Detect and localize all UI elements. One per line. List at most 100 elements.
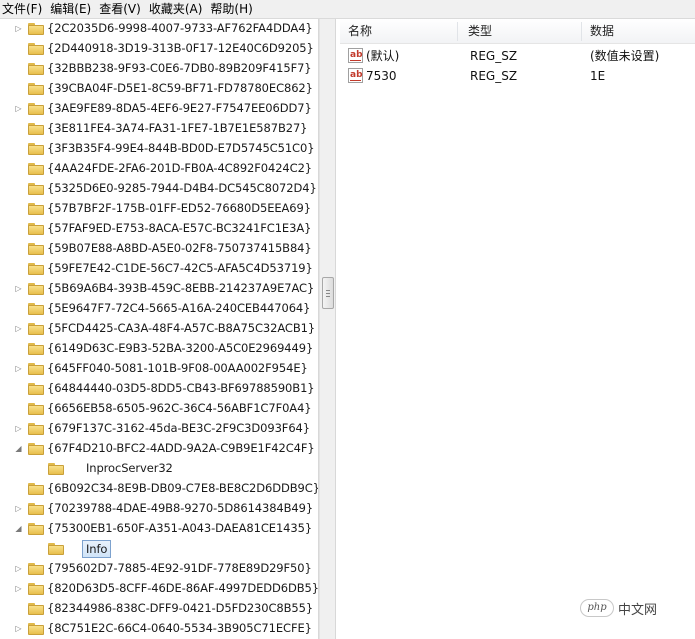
- tree-node[interactable]: {39CBA04F-D5E1-8C59-BF71-FD78780EC862}: [0, 79, 318, 99]
- column-header-type[interactable]: 类型: [460, 19, 492, 44]
- tree-node[interactable]: {6149D63C-E9B3-52BA-3200-A5C0E2969449}: [0, 339, 318, 359]
- value-data: (数值未设置): [590, 49, 660, 63]
- folder-icon: [28, 442, 44, 455]
- value-data: 1E: [590, 69, 606, 83]
- tree-node-label: {59FE7E42-C1DE-56C7-42C5-AFA5C4D53719}: [47, 261, 313, 275]
- tree-node-label: {4AA24FDE-2FA6-201D-FB0A-4C892F0424C2}: [47, 161, 312, 175]
- folder-icon: [28, 562, 44, 575]
- tree-scrollbar[interactable]: [319, 19, 336, 639]
- tree-node[interactable]: ▷ {645FF040-5081-101B-9F08-00AA002F954E}: [0, 359, 318, 379]
- tree-node[interactable]: ▷ {795602D7-7885-4E92-91DF-778E89D29F50}: [0, 559, 318, 579]
- tree-node[interactable]: {3E811FE4-3A74-FA31-1FE7-1B7E1E587B27}: [0, 119, 318, 139]
- tree-node[interactable]: {57FAF9ED-E753-8ACA-E57C-BC3241FC1E3A}: [0, 219, 318, 239]
- collapsed-arrow-icon[interactable]: ▷: [14, 584, 23, 593]
- tree-node[interactable]: ▷ {8C751E2C-66C4-0640-5534-3B905C71ECFE}: [0, 619, 318, 639]
- tree-node-label: {2D440918-3D19-313B-0F17-12E40C6D9205}: [47, 41, 314, 55]
- tree-node[interactable]: {59B07E88-A8BD-A5E0-02F8-750737415B84}: [0, 239, 318, 259]
- folder-icon: [28, 342, 44, 355]
- tree-node-label: {2C2035D6-9998-4007-9733-AF762FA4DDA4}: [47, 21, 313, 35]
- tree-node[interactable]: {2D440918-3D19-313B-0F17-12E40C6D9205}: [0, 39, 318, 59]
- column-header-name[interactable]: 名称: [340, 19, 372, 44]
- folder-icon: [28, 82, 44, 95]
- collapsed-arrow-icon[interactable]: ▷: [14, 504, 23, 513]
- column-header-data[interactable]: 数据: [582, 19, 614, 44]
- tree-node[interactable]: {64844440-03D5-8DD5-CB43-BF69788590B1}: [0, 379, 318, 399]
- folder-icon: [28, 302, 44, 315]
- collapsed-arrow-icon[interactable]: ▷: [14, 284, 23, 293]
- menu-bar: 文件(F) 编辑(E) 查看(V) 收藏夹(A) 帮助(H): [0, 0, 695, 19]
- value-row[interactable]: ab 7530 REG_SZ 1E: [340, 66, 695, 86]
- menu-item[interactable]: 查看(V): [97, 0, 147, 19]
- tree-node[interactable]: ▷ {2C2035D6-9998-4007-9733-AF762FA4DDA4}: [0, 19, 318, 39]
- scrollbar-thumb[interactable]: [322, 277, 334, 309]
- tree-node-label: {645FF040-5081-101B-9F08-00AA002F954E}: [47, 361, 308, 375]
- tree-node[interactable]: {57B7BF2F-175B-01FF-ED52-76680D5EEA69}: [0, 199, 318, 219]
- tree-node-label: {39CBA04F-D5E1-8C59-BF71-FD78780EC862}: [47, 81, 313, 95]
- tree-node-label: {6B092C34-8E9B-DB09-C7E8-BE8C2D6DDB9C}: [47, 481, 319, 495]
- tree-node[interactable]: ◢ {67F4D210-BFC2-4ADD-9A2A-C9B9E1F42C4F}: [0, 439, 318, 459]
- tree-node[interactable]: {82344986-838C-DFF9-0421-D5FD230C8B55}: [0, 599, 318, 619]
- tree-node[interactable]: {5325D6E0-9285-7944-D4B4-DC545C8072D4}: [0, 179, 318, 199]
- menu-item[interactable]: 文件(F): [0, 0, 48, 19]
- collapsed-arrow-icon[interactable]: ▷: [14, 424, 23, 433]
- tree-node[interactable]: {3F3B35F4-99E4-844B-BD0D-E7D5745C51C0}: [0, 139, 318, 159]
- collapsed-arrow-icon[interactable]: ▷: [14, 104, 23, 113]
- tree-node-label: {6656EB58-6505-962C-36C4-56ABF1C7F0A4}: [47, 401, 312, 415]
- tree-node[interactable]: {6656EB58-6505-962C-36C4-56ABF1C7F0A4}: [0, 399, 318, 419]
- value-type: REG_SZ: [470, 49, 518, 63]
- folder-icon: [28, 402, 44, 415]
- folder-icon: [28, 582, 44, 595]
- collapsed-arrow-icon[interactable]: ▷: [14, 564, 23, 573]
- tree-node-label: {795602D7-7885-4E92-91DF-778E89D29F50}: [47, 561, 312, 575]
- collapsed-arrow-icon[interactable]: ▷: [14, 364, 23, 373]
- collapsed-arrow-icon[interactable]: ▷: [14, 324, 23, 333]
- tree-node-label: {5B69A6B4-393B-459C-8EBB-214237A9E7AC}: [47, 281, 315, 295]
- collapsed-arrow-icon[interactable]: ▷: [14, 24, 23, 33]
- tree-node-label: {3F3B35F4-99E4-844B-BD0D-E7D5745C51C0}: [47, 141, 315, 155]
- string-value-icon: ab: [348, 48, 363, 63]
- expanded-arrow-icon[interactable]: ◢: [14, 444, 23, 453]
- folder-icon: [28, 282, 44, 295]
- tree-node[interactable]: {4AA24FDE-2FA6-201D-FB0A-4C892F0424C2}: [0, 159, 318, 179]
- tree-node[interactable]: ▷ {820D63D5-8CFF-46DE-86AF-4997DEDD6DB5}: [0, 579, 318, 599]
- tree-node[interactable]: {59FE7E42-C1DE-56C7-42C5-AFA5C4D53719}: [0, 259, 318, 279]
- menu-item[interactable]: 编辑(E): [48, 0, 97, 19]
- value-name: (默认): [366, 49, 400, 63]
- tree-node[interactable]: Info: [0, 539, 318, 559]
- watermark-text: 中文网: [618, 602, 658, 618]
- folder-icon: [48, 542, 64, 555]
- tree-node[interactable]: ◢ {75300EB1-650F-A351-A043-DAEA81CE1435}: [0, 519, 318, 539]
- tree-node[interactable]: InprocServer32: [0, 459, 318, 479]
- php-logo: php: [580, 599, 614, 617]
- folder-icon: [28, 182, 44, 195]
- tree-node[interactable]: ▷ {5FCD4425-CA3A-48F4-A57C-B8A75C32ACB1}: [0, 319, 318, 339]
- tree-node[interactable]: ▷ {70239788-4DAE-49B8-9270-5D8614384B49}: [0, 499, 318, 519]
- tree-node[interactable]: ▷ {3AE9FE89-8DA5-4EF6-9E27-F7547EE06DD7}: [0, 99, 318, 119]
- folder-icon: [28, 362, 44, 375]
- value-type: REG_SZ: [470, 69, 518, 83]
- menu-item[interactable]: 帮助(H): [208, 0, 258, 19]
- folder-icon: [28, 122, 44, 135]
- registry-tree: ▷ {2C2035D6-9998-4007-9733-AF762FA4DDA4} {…: [0, 19, 319, 639]
- tree-node-label: {3E811FE4-3A74-FA31-1FE7-1B7E1E587B27}: [47, 121, 308, 135]
- tree-node[interactable]: ▷ {5B69A6B4-393B-459C-8EBB-214237A9E7AC}: [0, 279, 318, 299]
- expanded-arrow-icon[interactable]: ◢: [14, 524, 23, 533]
- folder-icon: [28, 602, 44, 615]
- tree-node[interactable]: {6B092C34-8E9B-DB09-C7E8-BE8C2D6DDB9C}: [0, 479, 319, 499]
- folder-icon: [28, 382, 44, 395]
- tree-node[interactable]: {32BBB238-9F93-C0E6-7DB0-89B209F415F7}: [0, 59, 318, 79]
- tree-node[interactable]: ▷ {679F137C-3162-45da-BE3C-2F9C3D093F64}: [0, 419, 318, 439]
- folder-icon: [28, 422, 44, 435]
- collapsed-arrow-icon[interactable]: ▷: [14, 624, 23, 633]
- tree-node[interactable]: {5E9647F7-72C4-5665-A16A-240CEB447064}: [0, 299, 318, 319]
- tree-node-label: {32BBB238-9F93-C0E6-7DB0-89B209F415F7}: [47, 61, 312, 75]
- folder-icon: [28, 162, 44, 175]
- folder-icon: [28, 502, 44, 515]
- value-row[interactable]: ab (默认) REG_SZ (数值未设置): [340, 46, 695, 66]
- tree-node-label: Info: [82, 540, 112, 558]
- list-header: 名称 类型 数据: [340, 19, 695, 44]
- tree-node-label: {59B07E88-A8BD-A5E0-02F8-750737415B84}: [47, 241, 312, 255]
- menu-item[interactable]: 收藏夹(A): [147, 0, 209, 19]
- tree-node-label: {5E9647F7-72C4-5665-A16A-240CEB447064}: [47, 301, 311, 315]
- tree-node-label: {5325D6E0-9285-7944-D4B4-DC545C8072D4}: [47, 181, 317, 195]
